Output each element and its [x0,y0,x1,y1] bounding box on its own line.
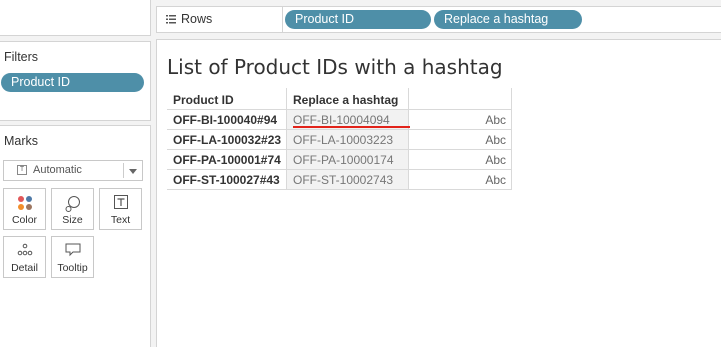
cell-replaced-value: OFF-ST-10002743 [293,173,394,187]
grid-line [286,88,287,190]
grid-line [167,169,512,170]
filters-card: Filters Product ID [0,41,151,121]
cell-abc-mark: Abc [485,173,506,187]
filters-title: Filters [4,50,39,64]
left-pane-top [0,0,151,36]
color-dots-icon [17,196,32,210]
marks-title: Marks [4,134,39,148]
tooltip-bubble-icon [65,243,80,257]
rows-shelf-label: Rows [181,12,213,26]
chevron-down-icon[interactable] [129,169,137,174]
rows-shelf[interactable]: Rows Product ID Replace a hashtag [156,6,721,33]
cell-replaced-value: OFF-LA-10003223 [293,133,394,147]
rows-list-icon [166,15,176,24]
grid-line [167,149,512,150]
cell-abc-mark: Abc [485,113,506,127]
filter-pill-product-id[interactable]: Product ID [1,73,144,92]
grid-line [408,88,409,190]
table-row[interactable]: OFF-PA-100001#74 OFF-PA-10000174 Abc [167,150,512,170]
cell-product-id: OFF-ST-100027#43 [173,173,280,187]
cell-product-id: OFF-PA-100001#74 [173,153,281,167]
detail-dots-icon [17,243,32,256]
table-row[interactable]: OFF-ST-100027#43 OFF-ST-10002743 Abc [167,170,512,190]
cell-product-id: OFF-BI-100040#94 [173,113,278,127]
grid-line [167,129,512,130]
size-shapes-icon [65,196,80,212]
sheet-title: List of Product IDs with a hashtag [167,55,503,79]
marks-text-button[interactable]: Text [99,188,142,230]
marks-size-button[interactable]: Size [51,188,94,230]
marks-text-label: Text [110,214,131,226]
marks-size-label: Size [62,214,83,226]
cell-abc-mark: Abc [485,133,506,147]
rows-pill-replace-hashtag[interactable]: Replace a hashtag [434,10,582,29]
text-t-icon [113,195,128,209]
marks-card: Marks T Automatic Color Size Text Detail… [0,125,151,347]
rows-pill-product-id[interactable]: Product ID [285,10,431,29]
column-header-product-id[interactable]: Product ID [173,88,234,110]
marks-detail-button[interactable]: Detail [3,236,46,278]
grid-line [511,88,512,190]
highlight-underline [293,126,410,128]
marks-color-button[interactable]: Color [3,188,46,230]
cell-product-id: OFF-LA-100032#23 [173,133,282,147]
marks-tooltip-label: Tooltip [57,262,88,274]
grid-line [167,189,512,190]
column-header-replace-hashtag[interactable]: Replace a hashtag [293,88,398,110]
marks-detail-label: Detail [11,262,38,274]
text-mark-icon: T [17,165,27,175]
mark-type-dropdown[interactable]: T Automatic [3,160,143,181]
marks-tooltip-button[interactable]: Tooltip [51,236,94,278]
cell-replaced-value: OFF-PA-10000174 [293,153,394,167]
mark-type-label: Automatic [33,164,82,176]
marks-color-label: Color [11,214,38,226]
cell-abc-mark: Abc [485,153,506,167]
dropdown-divider [123,163,124,178]
worksheet-canvas: List of Product IDs with a hashtag Produ… [156,39,721,347]
grid-line [167,109,512,110]
table-row[interactable]: OFF-LA-100032#23 OFF-LA-10003223 Abc [167,130,512,150]
rows-shelf-label-area: Rows [157,7,283,32]
